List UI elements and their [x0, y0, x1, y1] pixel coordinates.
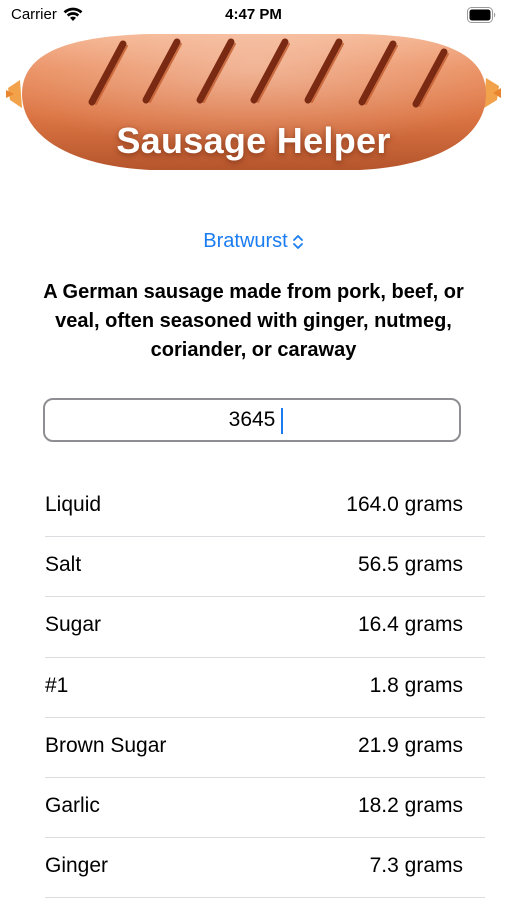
ingredient-list: Liquid 164.0 grams Salt 56.5 grams Sugar…	[0, 477, 507, 899]
ingredient-amount: 164.0 grams	[346, 493, 463, 516]
ingredient-row-garlic: Garlic 18.2 grams	[45, 778, 485, 839]
ingredient-name: Liquid	[45, 493, 102, 516]
text-cursor	[281, 408, 283, 434]
ingredient-row-brown-sugar: Brown Sugar 21.9 grams	[45, 718, 485, 778]
ingredient-name: Salt	[45, 553, 82, 577]
ingredient-name: #1	[45, 673, 69, 697]
app-title: Sausage Helper	[116, 120, 391, 161]
sausage-type-picker[interactable]: Bratwurst	[0, 230, 507, 253]
status-bar: Carrier 4:47 PM	[0, 0, 507, 30]
hero-banner: Sausage Helper	[0, 28, 507, 178]
sausage-tip-left	[6, 80, 22, 108]
ingredient-amount: 18.2 grams	[357, 793, 463, 817]
status-time: 4:47 PM	[225, 6, 282, 23]
ingredient-amount: 16.4 grams	[357, 613, 463, 637]
ingredient-amount: 21.9 grams	[357, 733, 463, 757]
ingredient-amount: 56.5 grams	[357, 553, 463, 577]
weight-input[interactable]	[43, 398, 461, 442]
ingredient-row-ginger: Ginger 7.3 grams	[45, 838, 485, 899]
ingredient-name: Ginger	[45, 854, 109, 878]
battery-icon	[467, 7, 496, 23]
ingredient-row-sugar: Sugar 16.4 grams	[45, 597, 485, 658]
ingredient-amount: 1.8 grams	[369, 673, 463, 697]
ingredient-row-liquid: Liquid 164.0 grams	[45, 477, 485, 538]
ingredient-name: Garlic	[45, 793, 100, 817]
sausage-description: A German sausage made from pork, beef, o…	[43, 281, 464, 361]
ingredient-amount: 7.3 grams	[369, 854, 463, 878]
ingredient-row-salt: Salt 56.5 grams	[45, 537, 485, 598]
picker-selected-label[interactable]: Bratwurst	[203, 230, 287, 252]
ingredient-name: Brown Sugar	[45, 733, 167, 757]
ingredient-row-cure-1: #1 1.8 grams	[45, 658, 485, 718]
sausage-tip-right	[484, 78, 501, 108]
chevron-up-down-icon[interactable]	[292, 233, 304, 251]
ingredient-name: Sugar	[45, 613, 102, 637]
